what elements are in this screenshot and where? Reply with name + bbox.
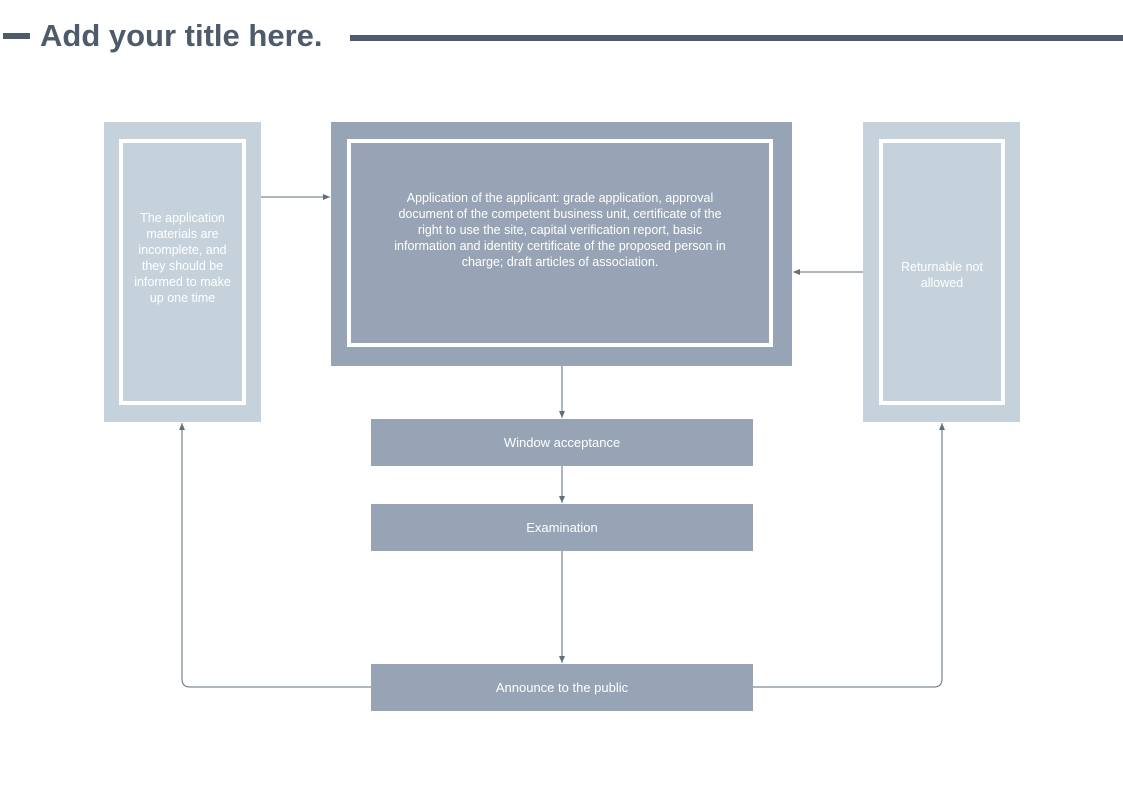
edge-announce-to-incomplete — [179, 423, 371, 688]
application-inner-frame: Application of the applicant: grade appl… — [347, 139, 773, 347]
returnable-text: Returnable not allowed — [900, 260, 983, 290]
incomplete-materials-text: The application materials are incomplete… — [134, 211, 231, 305]
announce-text: Announce to the public — [495, 679, 629, 695]
returnable-node: Returnable not allowed — [863, 122, 1020, 422]
incomplete-materials-node: The application materials are incomplete… — [104, 122, 261, 422]
title-rule-decoration — [350, 35, 1123, 41]
window-acceptance-node: Window acceptance — [371, 419, 753, 466]
application-text: Application of the applicant: grade appl… — [394, 191, 726, 269]
examination-text: Examination — [526, 519, 598, 535]
incomplete-materials-inner-frame: The application materials are incomplete… — [119, 139, 246, 405]
examination-node: Examination — [371, 504, 753, 551]
announce-node: Announce to the public — [371, 664, 753, 711]
application-node: Application of the applicant: grade appl… — [331, 122, 792, 366]
returnable-inner-frame: Returnable not allowed — [879, 139, 1005, 405]
edge-announce-to-returnable — [753, 423, 945, 688]
title-dash-decoration — [3, 33, 30, 39]
page-title: Add your title here. — [40, 18, 323, 53]
window-acceptance-text: Window acceptance — [503, 434, 621, 450]
